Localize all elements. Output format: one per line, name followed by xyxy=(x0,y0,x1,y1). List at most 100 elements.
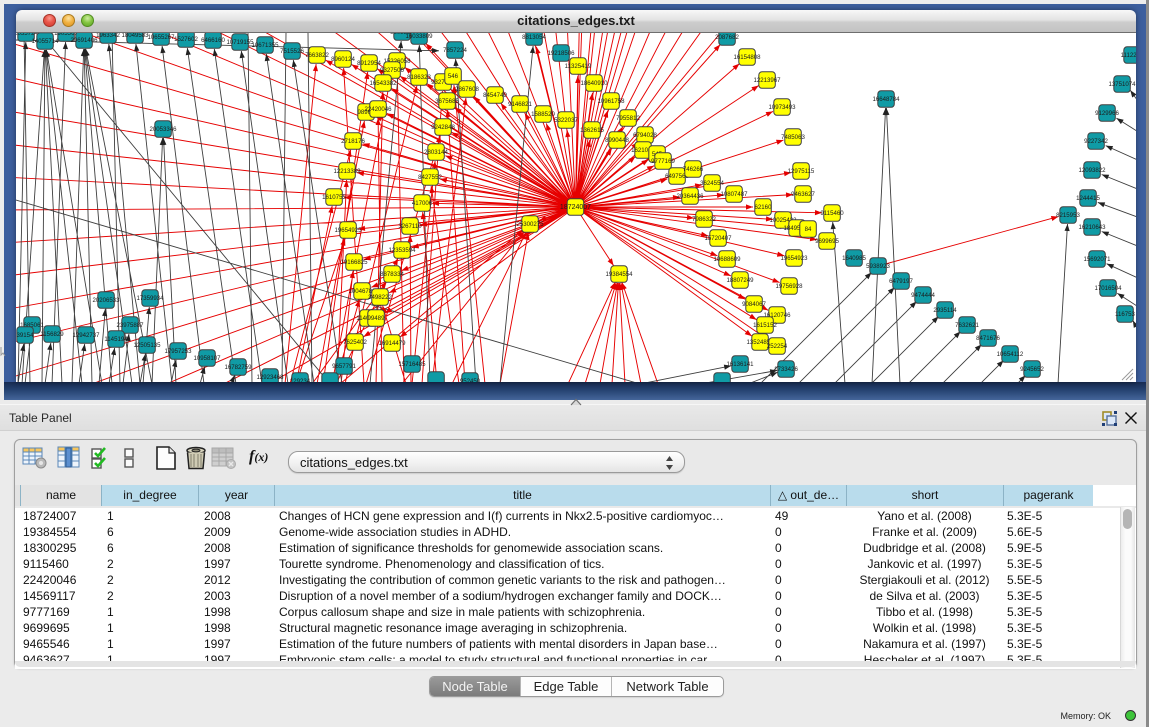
svg-text:8813054: 8813054 xyxy=(522,34,546,41)
svg-text:746266: 746266 xyxy=(683,166,704,173)
svg-text:8878334: 8878334 xyxy=(380,271,404,278)
svg-text:8990448: 8990448 xyxy=(605,137,629,144)
svg-text:12975115: 12975115 xyxy=(788,168,815,175)
svg-text:1112225: 1112225 xyxy=(1121,52,1136,59)
svg-text:9463627: 9463627 xyxy=(791,191,815,198)
svg-text:11325419: 11325419 xyxy=(565,63,592,70)
svg-text:84: 84 xyxy=(805,226,812,233)
svg-text:7515526: 7515526 xyxy=(280,48,304,55)
svg-text:15716485: 15716485 xyxy=(398,361,426,368)
svg-text:8454749: 8454749 xyxy=(483,92,507,99)
svg-text:1610755: 1610755 xyxy=(322,194,346,201)
svg-text:116753: 116753 xyxy=(1115,311,1135,318)
svg-text:16782759: 16782759 xyxy=(224,364,252,371)
svg-text:2935114: 2935114 xyxy=(933,307,957,314)
svg-text:8427552: 8427552 xyxy=(418,174,442,181)
svg-text:16033809: 16033809 xyxy=(405,33,433,40)
svg-text:20053346: 20053346 xyxy=(149,126,177,133)
svg-text:17957253: 17957253 xyxy=(164,348,192,355)
svg-text:3675685: 3675685 xyxy=(435,98,459,105)
svg-text:2718176: 2718176 xyxy=(341,138,365,145)
svg-text:5938923: 5938923 xyxy=(866,263,890,270)
svg-text:9115460: 9115460 xyxy=(820,210,844,217)
svg-text:19654925: 19654925 xyxy=(334,227,362,234)
svg-text:12923468: 12923468 xyxy=(256,374,284,381)
svg-text:546: 546 xyxy=(448,73,459,80)
svg-text:5322037: 5322037 xyxy=(554,117,578,124)
svg-text:129234: 129234 xyxy=(290,378,311,382)
svg-text:10961758: 10961758 xyxy=(597,98,625,105)
svg-text:99489: 99489 xyxy=(368,315,386,322)
svg-text:6794028: 6794028 xyxy=(633,132,657,139)
svg-text:15720407: 15720407 xyxy=(704,235,732,242)
svg-text:12505135: 12505135 xyxy=(133,342,161,349)
svg-text:12353594: 12353594 xyxy=(388,247,416,254)
svg-text:22420046: 22420046 xyxy=(364,106,392,113)
svg-text:10973493: 10973493 xyxy=(768,104,796,111)
svg-text:7857224: 7857224 xyxy=(443,47,467,54)
svg-text:1145194: 1145194 xyxy=(104,336,128,343)
svg-text:9777169: 9777169 xyxy=(651,158,675,165)
svg-text:1527602: 1527602 xyxy=(174,36,198,43)
svg-text:18724007: 18724007 xyxy=(560,204,591,211)
svg-text:8186323: 8186323 xyxy=(407,74,431,81)
svg-text:39154: 39154 xyxy=(17,332,35,339)
svg-text:6479197: 6479197 xyxy=(889,278,913,285)
svg-text:2867608: 2867608 xyxy=(455,86,479,93)
svg-text:10654112: 10654112 xyxy=(997,351,1024,358)
svg-text:3498222: 3498222 xyxy=(368,294,392,301)
svg-text:20364436: 20364436 xyxy=(676,193,704,200)
svg-text:16210643: 16210643 xyxy=(1078,224,1106,231)
svg-text:8960124: 8960124 xyxy=(331,56,355,63)
svg-text:62160: 62160 xyxy=(755,204,773,211)
svg-text:9657791: 9657791 xyxy=(332,363,356,370)
svg-text:18807249: 18807249 xyxy=(726,277,754,284)
svg-text:12093822: 12093822 xyxy=(1078,167,1106,174)
svg-text:10688609: 10688609 xyxy=(713,256,741,263)
svg-text:1362615: 1362615 xyxy=(580,127,604,134)
svg-text:17016504: 17016504 xyxy=(1094,285,1122,292)
svg-text:23975887: 23975887 xyxy=(116,322,144,329)
svg-text:18640910: 18640910 xyxy=(580,80,608,87)
svg-text:252254: 252254 xyxy=(767,343,788,350)
svg-text:19756928: 19756928 xyxy=(775,283,803,290)
svg-text:17359934: 17359934 xyxy=(136,295,164,302)
svg-text:1963342: 1963342 xyxy=(96,33,120,39)
svg-text:9474444: 9474444 xyxy=(911,292,935,299)
svg-text:12942737: 12942737 xyxy=(72,332,100,339)
svg-text:417006: 417006 xyxy=(412,200,433,207)
svg-text:1244415: 1244415 xyxy=(1076,195,1100,202)
svg-text:9699695: 9699695 xyxy=(815,238,839,245)
svg-text:3624554: 3624554 xyxy=(700,180,724,187)
svg-text:2087682: 2087682 xyxy=(715,34,739,41)
svg-text:1588520: 1588520 xyxy=(531,111,555,118)
svg-text:8471676: 8471676 xyxy=(976,335,1000,342)
svg-text:7632621: 7632621 xyxy=(955,322,979,329)
svg-text:9129966: 9129966 xyxy=(1095,110,1119,117)
svg-text:9146821: 9146821 xyxy=(508,101,532,108)
svg-text:19654923: 19654923 xyxy=(780,255,808,262)
svg-text:16136141: 16136141 xyxy=(726,361,754,368)
svg-text:9227342: 9227342 xyxy=(1084,138,1108,145)
svg-text:12213389: 12213389 xyxy=(333,168,361,175)
svg-text:16648784: 16648784 xyxy=(872,96,900,103)
svg-text:14055714: 14055714 xyxy=(31,38,59,45)
svg-text:15692071: 15692071 xyxy=(1083,256,1111,263)
svg-text:1156829: 1156829 xyxy=(40,331,64,338)
svg-text:12213967: 12213967 xyxy=(753,77,781,84)
svg-text:20691406: 20691406 xyxy=(70,37,98,44)
svg-text:9084067: 9084067 xyxy=(742,301,766,308)
svg-text:19166825: 19166825 xyxy=(340,259,368,266)
svg-text:3267110: 3267110 xyxy=(398,223,422,230)
svg-text:8912954: 8912954 xyxy=(357,60,381,67)
svg-text:7485063: 7485063 xyxy=(781,134,805,141)
svg-text:8215953: 8215953 xyxy=(1056,212,1080,219)
svg-text:10655267: 10655267 xyxy=(147,34,175,41)
svg-text:9327506: 9327506 xyxy=(380,67,404,74)
svg-text:10671355: 10671355 xyxy=(251,42,279,49)
svg-text:16154808: 16154808 xyxy=(733,54,761,61)
svg-text:13751074: 13751074 xyxy=(1108,81,1136,88)
svg-text:16914479: 16914479 xyxy=(378,340,406,347)
svg-text:1615152: 1615152 xyxy=(753,322,777,329)
svg-text:7663822: 7663822 xyxy=(305,52,329,59)
